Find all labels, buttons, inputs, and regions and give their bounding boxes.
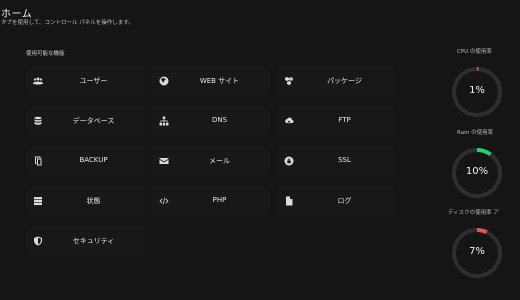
feature-logs[interactable]: ログ xyxy=(277,186,395,216)
globe-icon xyxy=(157,74,171,88)
lock-icon xyxy=(282,154,296,168)
copy-icon xyxy=(31,154,45,168)
file-icon xyxy=(282,194,296,208)
feature-mail[interactable]: メール xyxy=(152,146,270,176)
ram-usage-gauge: 10% xyxy=(450,146,504,200)
feature-packages[interactable]: パッケージ xyxy=(277,66,395,96)
feature-websites[interactable]: WEB サイト xyxy=(152,66,270,96)
feature-ftp[interactable]: FTP xyxy=(277,106,395,136)
users-icon xyxy=(31,74,45,88)
feature-label: セキュリティ xyxy=(72,237,115,245)
gauge-value: 10% xyxy=(465,166,489,177)
ram-usage-title: Ram の使用率 xyxy=(457,130,494,136)
disk-usage-title: ディスクの使用率 ア xyxy=(448,210,499,216)
feature-label: パッケージ xyxy=(327,77,362,85)
feature-dns[interactable]: DNS xyxy=(152,106,270,136)
cloud-upload-icon xyxy=(282,114,296,128)
cpu-usage-title: CPU の使用率 xyxy=(457,49,492,55)
feature-label: ログ xyxy=(337,197,352,205)
feature-label: データベース xyxy=(72,117,115,125)
feature-status[interactable]: 状態 xyxy=(26,186,144,216)
feature-backup[interactable]: BACKUP xyxy=(26,146,144,176)
feature-label: WEB サイト xyxy=(199,77,240,85)
packages-icon xyxy=(282,74,296,88)
feature-label: FTP xyxy=(338,116,351,124)
feature-ssl[interactable]: SSL xyxy=(277,146,395,176)
disk-usage-gauge: 7% xyxy=(450,226,504,280)
feature-label: ユーザー xyxy=(79,77,108,85)
server-icon xyxy=(31,194,45,208)
feature-label: メール xyxy=(209,157,230,165)
feature-users[interactable]: ユーザー xyxy=(26,66,144,96)
feature-security[interactable]: セキュリティ xyxy=(26,226,144,256)
feature-label: DNS xyxy=(211,116,228,124)
feature-label: 状態 xyxy=(86,197,101,205)
features-section-title: 使用可能な機能 xyxy=(26,51,65,57)
feature-php[interactable]: PHP xyxy=(152,186,270,216)
gauge-value: 1% xyxy=(469,85,485,96)
gauge-value: 7% xyxy=(469,246,485,257)
shield-icon xyxy=(31,234,45,248)
feature-label: BACKUP xyxy=(79,156,108,164)
feature-label: SSL xyxy=(338,156,351,164)
feature-databases[interactable]: データベース xyxy=(26,106,144,136)
cpu-usage-gauge: 1% xyxy=(450,65,504,119)
feature-label: PHP xyxy=(212,196,227,204)
envelope-icon xyxy=(157,154,171,168)
database-icon xyxy=(31,114,45,128)
sitemap-icon xyxy=(157,114,171,128)
page-subtitle: タブを使用して、コントロール パネルを操作します。 xyxy=(1,20,134,26)
code-icon xyxy=(157,194,171,208)
